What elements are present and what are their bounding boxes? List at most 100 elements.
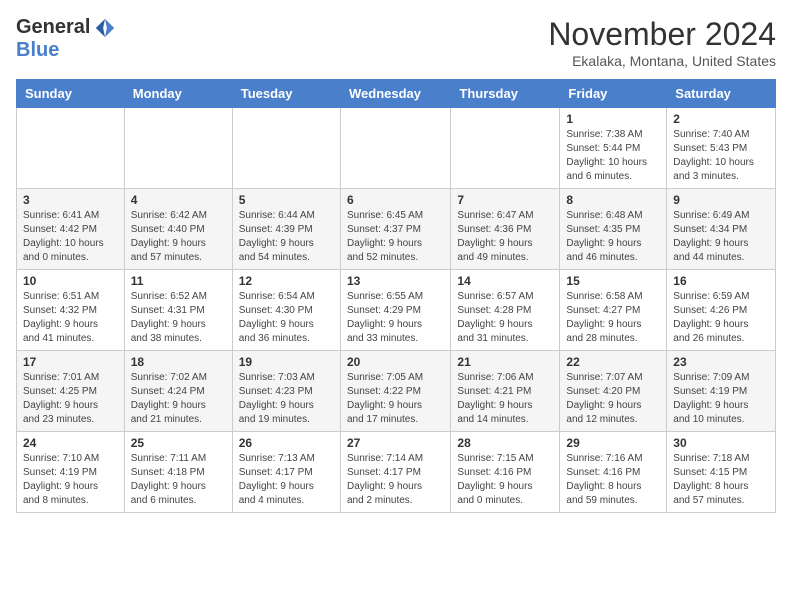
day-info: Sunrise: 6:52 AM Sunset: 4:31 PM Dayligh… (131, 290, 226, 346)
day-number: 22 (566, 355, 660, 369)
day-info: Sunrise: 6:41 AM Sunset: 4:42 PM Dayligh… (23, 209, 118, 265)
calendar-cell: 15Sunrise: 6:58 AM Sunset: 4:27 PM Dayli… (560, 270, 667, 351)
calendar-cell: 22 Sunrise: 7:07 AM Sunset: 4:20 PM Dayli… (560, 351, 667, 432)
day-info: Sunrise: 7:18 AM Sunset: 4:15 PM Dayligh… (673, 452, 769, 508)
calendar-cell: 4 Sunrise: 6:42 AM Sunset: 4:40 PM Daylig… (124, 189, 232, 270)
logo-general-text: General (16, 16, 90, 39)
calendar-week-row: 1 Sunrise: 7:38 AM Sunset: 5:44 PM Daylig… (17, 108, 776, 189)
day-info: Sunrise: 7:07 AM Sunset: 4:20 PM Dayligh… (566, 371, 660, 427)
calendar-cell: 17 Sunrise: 7:01 AM Sunset: 4:25 PM Dayli… (17, 351, 125, 432)
day-info: Sunrise: 6:54 AM Sunset: 4:30 PM Dayligh… (239, 290, 334, 346)
day-number: 16 (673, 274, 769, 288)
day-number: 23 (673, 355, 769, 369)
calendar-cell: 28Sunrise: 7:15 AM Sunset: 4:16 PM Dayli… (451, 432, 560, 513)
day-number: 12 (239, 274, 334, 288)
day-info: Sunrise: 6:48 AM Sunset: 4:35 PM Dayligh… (566, 209, 660, 265)
calendar-cell: 24 Sunrise: 7:10 AM Sunset: 4:19 PM Dayli… (17, 432, 125, 513)
day-number: 18 (131, 355, 226, 369)
col-header-tuesday: Tuesday (232, 80, 340, 108)
day-number: 3 (23, 193, 118, 207)
day-info: Sunrise: 6:51 AM Sunset: 4:32 PM Dayligh… (23, 290, 118, 346)
location-text: Ekalaka, Montana, United States (548, 53, 776, 69)
calendar-cell: 16 Sunrise: 6:59 AM Sunset: 4:26 PM Dayli… (667, 270, 776, 351)
calendar-cell: 3 Sunrise: 6:41 AM Sunset: 4:42 PM Daylig… (17, 189, 125, 270)
calendar-cell: 26 Sunrise: 7:13 AM Sunset: 4:17 PM Dayli… (232, 432, 340, 513)
calendar-week-row: 10 Sunrise: 6:51 AM Sunset: 4:32 PM Dayli… (17, 270, 776, 351)
day-info: Sunrise: 6:55 AM Sunset: 4:29 PM Dayligh… (347, 290, 444, 346)
calendar-cell (451, 108, 560, 189)
day-number: 7 (457, 193, 553, 207)
day-info: Sunrise: 6:49 AM Sunset: 4:34 PM Dayligh… (673, 209, 769, 265)
col-header-sunday: Sunday (17, 80, 125, 108)
calendar-cell: 29 Sunrise: 7:16 AM Sunset: 4:16 PM Dayli… (560, 432, 667, 513)
col-header-thursday: Thursday (451, 80, 560, 108)
day-number: 10 (23, 274, 118, 288)
day-info: Sunrise: 7:13 AM Sunset: 4:17 PM Dayligh… (239, 452, 334, 508)
day-number: 9 (673, 193, 769, 207)
calendar-cell: 10 Sunrise: 6:51 AM Sunset: 4:32 PM Dayli… (17, 270, 125, 351)
calendar-week-row: 3 Sunrise: 6:41 AM Sunset: 4:42 PM Daylig… (17, 189, 776, 270)
day-info: Sunrise: 7:16 AM Sunset: 4:16 PM Dayligh… (566, 452, 660, 508)
day-info: Sunrise: 7:05 AM Sunset: 4:22 PM Dayligh… (347, 371, 444, 427)
day-info: Sunrise: 6:57 AM Sunset: 4:28 PM Dayligh… (457, 290, 553, 346)
calendar-cell: 27 Sunrise: 7:14 AM Sunset: 4:17 PM Dayli… (340, 432, 450, 513)
day-info: Sunrise: 6:58 AM Sunset: 4:27 PM Dayligh… (566, 290, 660, 346)
day-number: 28 (457, 436, 553, 450)
calendar-week-row: 17 Sunrise: 7:01 AM Sunset: 4:25 PM Dayli… (17, 351, 776, 432)
day-number: 30 (673, 436, 769, 450)
day-number: 24 (23, 436, 118, 450)
day-number: 2 (673, 112, 769, 126)
col-header-saturday: Saturday (667, 80, 776, 108)
day-info: Sunrise: 6:45 AM Sunset: 4:37 PM Dayligh… (347, 209, 444, 265)
calendar-cell: 25 Sunrise: 7:11 AM Sunset: 4:18 PM Dayli… (124, 432, 232, 513)
day-number: 11 (131, 274, 226, 288)
calendar-cell: 18 Sunrise: 7:02 AM Sunset: 4:24 PM Dayli… (124, 351, 232, 432)
day-info: Sunrise: 6:42 AM Sunset: 4:40 PM Dayligh… (131, 209, 226, 265)
day-info: Sunrise: 7:10 AM Sunset: 4:19 PM Dayligh… (23, 452, 118, 508)
calendar-table: SundayMondayTuesdayWednesdayThursdayFrid… (16, 79, 776, 513)
day-info: Sunrise: 7:03 AM Sunset: 4:23 PM Dayligh… (239, 371, 334, 427)
day-info: Sunrise: 7:02 AM Sunset: 4:24 PM Dayligh… (131, 371, 226, 427)
calendar-header-row: SundayMondayTuesdayWednesdayThursdayFrid… (17, 80, 776, 108)
day-number: 1 (566, 112, 660, 126)
calendar-cell: 13 Sunrise: 6:55 AM Sunset: 4:29 PM Dayli… (340, 270, 450, 351)
day-info: Sunrise: 7:14 AM Sunset: 4:17 PM Dayligh… (347, 452, 444, 508)
calendar-week-row: 24 Sunrise: 7:10 AM Sunset: 4:19 PM Dayli… (17, 432, 776, 513)
day-info: Sunrise: 7:11 AM Sunset: 4:18 PM Dayligh… (131, 452, 226, 508)
day-number: 26 (239, 436, 334, 450)
day-info: Sunrise: 6:44 AM Sunset: 4:39 PM Dayligh… (239, 209, 334, 265)
calendar-cell: 7 Sunrise: 6:47 AM Sunset: 4:36 PM Daylig… (451, 189, 560, 270)
calendar-cell (17, 108, 125, 189)
day-number: 25 (131, 436, 226, 450)
calendar-cell: 8 Sunrise: 6:48 AM Sunset: 4:35 PM Daylig… (560, 189, 667, 270)
logo-icon (94, 17, 116, 39)
page-header: General Blue November 2024 Ekalaka, Mont… (16, 16, 776, 69)
day-info: Sunrise: 7:40 AM Sunset: 5:43 PM Dayligh… (673, 128, 769, 184)
calendar-cell: 23 Sunrise: 7:09 AM Sunset: 4:19 PM Dayli… (667, 351, 776, 432)
calendar-cell: 30 Sunrise: 7:18 AM Sunset: 4:15 PM Dayli… (667, 432, 776, 513)
day-number: 29 (566, 436, 660, 450)
day-number: 13 (347, 274, 444, 288)
calendar-cell: 9 Sunrise: 6:49 AM Sunset: 4:34 PM Daylig… (667, 189, 776, 270)
calendar-cell: 2 Sunrise: 7:40 AM Sunset: 5:43 PM Daylig… (667, 108, 776, 189)
calendar-cell: 5Sunrise: 6:44 AM Sunset: 4:39 PM Daylig… (232, 189, 340, 270)
day-number: 17 (23, 355, 118, 369)
day-number: 4 (131, 193, 226, 207)
day-info: Sunrise: 6:47 AM Sunset: 4:36 PM Dayligh… (457, 209, 553, 265)
calendar-cell (232, 108, 340, 189)
day-info: Sunrise: 6:59 AM Sunset: 4:26 PM Dayligh… (673, 290, 769, 346)
day-number: 27 (347, 436, 444, 450)
day-info: Sunrise: 7:38 AM Sunset: 5:44 PM Dayligh… (566, 128, 660, 184)
day-info: Sunrise: 7:09 AM Sunset: 4:19 PM Dayligh… (673, 371, 769, 427)
calendar-cell (124, 108, 232, 189)
day-number: 21 (457, 355, 553, 369)
calendar-cell: 1 Sunrise: 7:38 AM Sunset: 5:44 PM Daylig… (560, 108, 667, 189)
calendar-cell: 6Sunrise: 6:45 AM Sunset: 4:37 PM Daylig… (340, 189, 450, 270)
calendar-cell: 12 Sunrise: 6:54 AM Sunset: 4:30 PM Dayli… (232, 270, 340, 351)
day-number: 19 (239, 355, 334, 369)
logo-blue-text: Blue (16, 39, 59, 61)
day-number: 8 (566, 193, 660, 207)
col-header-monday: Monday (124, 80, 232, 108)
calendar-cell (340, 108, 450, 189)
day-info: Sunrise: 7:01 AM Sunset: 4:25 PM Dayligh… (23, 371, 118, 427)
